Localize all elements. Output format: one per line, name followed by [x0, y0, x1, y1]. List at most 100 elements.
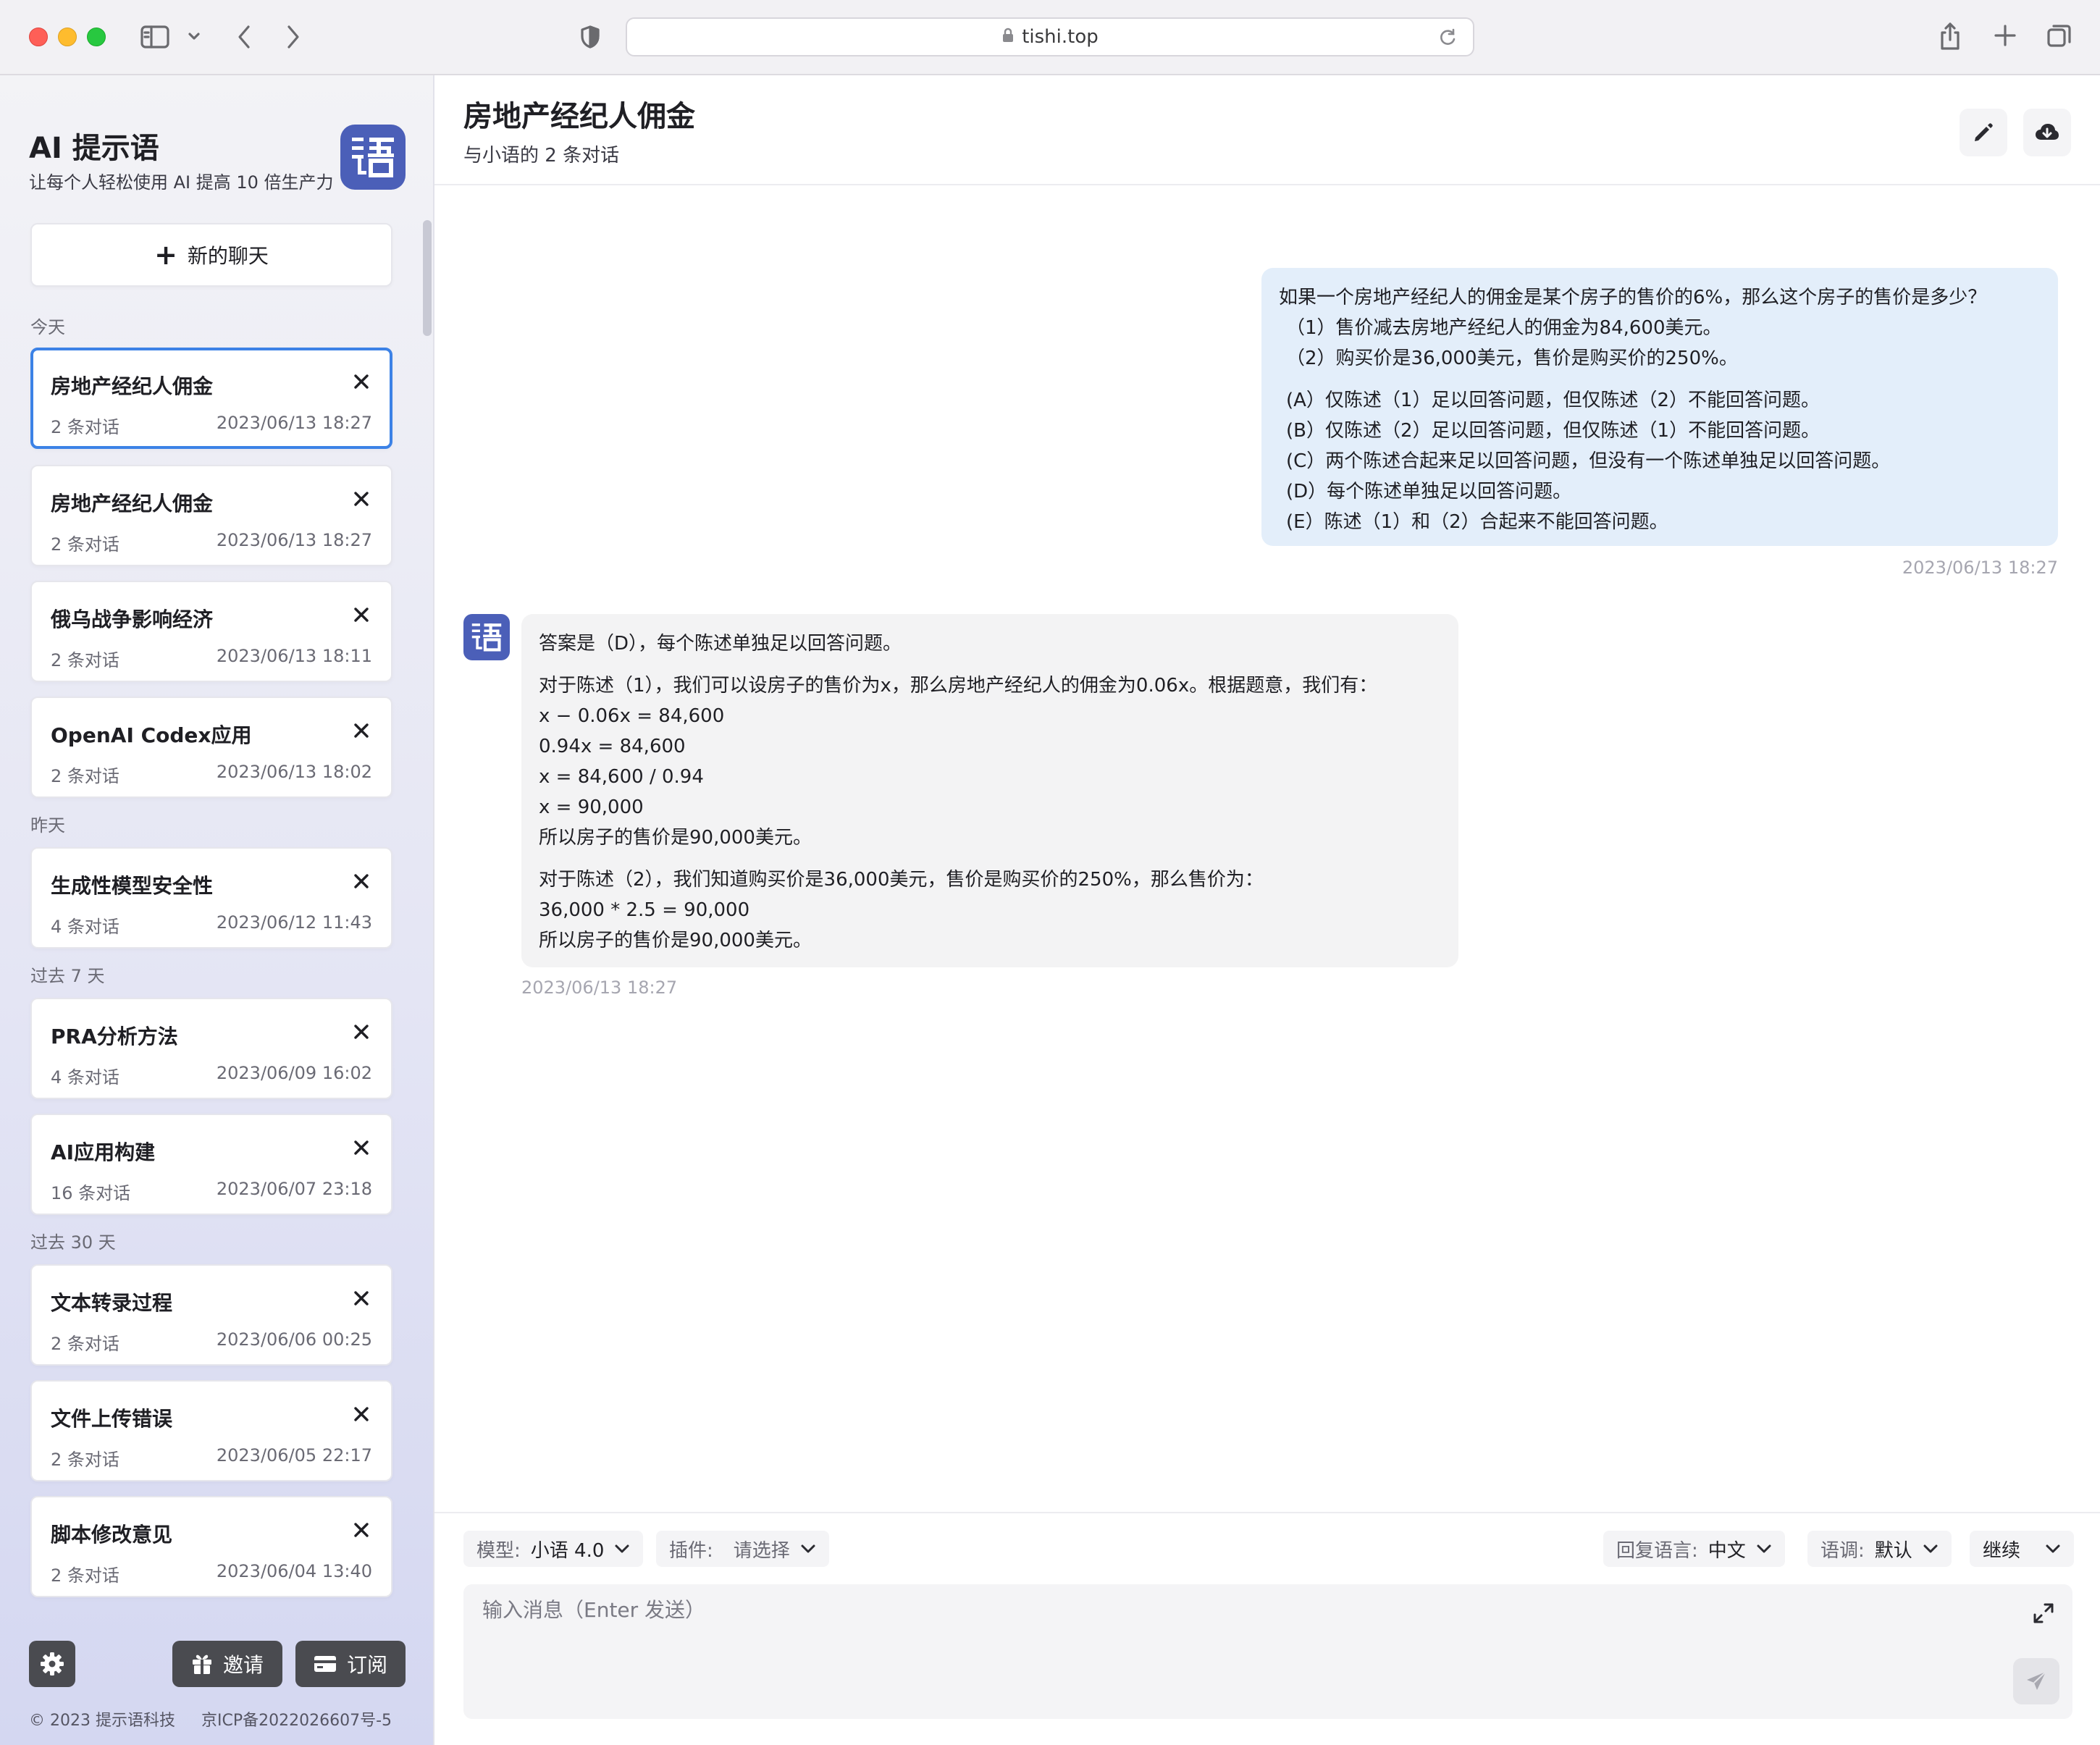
window-minimize-button[interactable] — [58, 28, 77, 46]
chat-item-count: 4 条对话 — [51, 1067, 119, 1088]
close-icon[interactable] — [350, 1403, 372, 1425]
plugin-select[interactable]: 插件: 请选择 — [656, 1531, 829, 1567]
url-text: tishi.top — [1022, 26, 1099, 48]
chat-item-time: 2023/06/13 18:11 — [216, 646, 372, 666]
close-icon[interactable] — [350, 1021, 372, 1043]
page-title: 房地产经纪人佣金 — [463, 100, 695, 133]
close-icon[interactable] — [350, 371, 372, 392]
message-line: x = 90,000 — [539, 796, 644, 818]
message-line: (A）仅陈述（1）足以回答问题，但仅陈述（2）不能回答问题。 — [1286, 390, 1820, 411]
invite-label: 邀请 — [222, 1653, 264, 1677]
message-line: 如果一个房地产经纪人的佣金是某个房子的售价的6%，那么这个房子的售价是多少？ — [1279, 287, 1987, 308]
close-icon[interactable] — [350, 870, 372, 892]
close-icon[interactable] — [350, 604, 372, 626]
sidebar-scrollbar[interactable] — [423, 220, 432, 336]
edit-title-button[interactable] — [1960, 109, 2007, 156]
shield-icon[interactable] — [579, 25, 601, 49]
chevron-down-icon — [1757, 1544, 1771, 1553]
chat-item-count: 4 条对话 — [51, 917, 119, 937]
message-input[interactable] — [463, 1584, 2072, 1719]
chat-item[interactable]: AI应用构建 16 条对话 2023/06/07 23:18 — [30, 1114, 392, 1215]
chevron-down-icon — [615, 1544, 629, 1553]
message-line: （1）售价减去房地产经纪人的佣金为84,600美元。 — [1286, 317, 1722, 339]
address-bar[interactable]: tishi.top — [626, 17, 1474, 56]
brand-subtitle: 让每个人轻松使用 AI 提高 10 倍生产力 — [29, 172, 334, 193]
chevron-down-icon[interactable] — [185, 28, 203, 45]
chat-item[interactable]: OpenAI Codex应用 2 条对话 2023/06/13 18:02 — [30, 697, 392, 798]
close-icon[interactable] — [350, 1137, 372, 1159]
plus-icon[interactable] — [1993, 23, 2017, 48]
footer-icp-link[interactable]: 京ICP备2022026607号-5 — [201, 1707, 392, 1731]
close-icon[interactable] — [350, 720, 372, 741]
window-zoom-button[interactable] — [87, 28, 106, 46]
subscribe-button[interactable]: 订阅 — [295, 1641, 406, 1687]
close-icon[interactable] — [350, 488, 372, 510]
page-subtitle: 与小语的 2 条对话 — [463, 145, 620, 167]
message-line: 36,000 * 2.5 = 90,000 — [539, 899, 750, 921]
chat-item[interactable]: 俄乌战争影响经济 2 条对话 2023/06/13 18:11 — [30, 581, 392, 682]
send-button[interactable] — [2013, 1658, 2059, 1704]
continue-label: 继续 — [1983, 1539, 2021, 1562]
chevron-down-icon — [801, 1544, 815, 1553]
message-line: (E）陈述（1）和（2）合起来不能回答问题。 — [1286, 511, 1668, 533]
invite-button[interactable]: 邀请 — [172, 1641, 282, 1687]
chat-item-count: 2 条对话 — [51, 1334, 119, 1354]
download-button[interactable] — [2023, 109, 2071, 156]
new-chat-label: 新的聊天 — [187, 244, 269, 268]
close-icon[interactable] — [350, 1287, 372, 1309]
message-line: 对于陈述（1），我们可以设房子的售价为x，那么房地产经纪人的佣金为0.06x。根… — [539, 675, 1378, 697]
gear-icon — [41, 1652, 64, 1675]
browser-toolbar: tishi.top — [0, 0, 2100, 75]
credit-card-icon — [314, 1656, 336, 1672]
chat-item-title: 房地产经纪人佣金 — [51, 374, 214, 398]
chat-item-time: 2023/06/05 22:17 — [216, 1445, 372, 1466]
message-line: x − 0.06x = 84,600 — [539, 705, 725, 727]
user-message: 如果一个房地产经纪人的佣金是某个房子的售价的6%，那么这个房子的售价是多少？ （… — [1261, 268, 2058, 546]
chat-item-time: 2023/06/09 16:02 — [216, 1063, 372, 1083]
chat-item-count: 2 条对话 — [51, 1450, 119, 1470]
chat-item[interactable]: PRA分析方法 4 条对话 2023/06/09 16:02 — [30, 998, 392, 1099]
chat-item-count: 2 条对话 — [51, 1565, 119, 1586]
chat-item-title: AI应用构建 — [51, 1140, 156, 1164]
send-icon — [2027, 1671, 2046, 1690]
lock-icon — [1001, 28, 1015, 46]
tabs-icon[interactable] — [2046, 23, 2072, 49]
reply-language-value: 中文 — [1708, 1539, 1746, 1562]
chat-item[interactable]: 脚本修改意见 2 条对话 2023/06/04 13:40 — [30, 1496, 392, 1597]
plugin-select-label: 插件: — [669, 1539, 713, 1562]
share-icon[interactable] — [1938, 20, 1962, 52]
brand-logo-icon — [340, 125, 406, 190]
sidebar-icon[interactable] — [140, 25, 169, 49]
group-label-today: 今天 — [30, 317, 65, 337]
message-line: (B）仅陈述（2）足以回答问题，但仅陈述（1）不能回答问题。 — [1286, 420, 1820, 442]
chat-item[interactable]: 房地产经纪人佣金 2 条对话 2023/06/13 18:27 — [30, 348, 392, 449]
reload-icon[interactable] — [1438, 28, 1457, 50]
tone-select-value: 默认 — [1874, 1539, 1912, 1562]
chat-item[interactable]: 文本转录过程 2 条对话 2023/06/06 00:25 — [30, 1264, 392, 1366]
model-select[interactable]: 模型: 小语 4.0 — [463, 1531, 644, 1567]
message-line: 所以房子的售价是90,000美元。 — [539, 930, 812, 951]
close-icon[interactable] — [350, 1519, 372, 1541]
chevron-down-icon — [1923, 1544, 1938, 1553]
chat-item[interactable]: 房地产经纪人佣金 2 条对话 2023/06/13 18:27 — [30, 465, 392, 566]
chat-item-count: 2 条对话 — [51, 417, 119, 437]
reply-language-select[interactable]: 回复语言: 中文 — [1603, 1531, 1785, 1567]
brand-title: AI 提示语 — [29, 132, 159, 165]
chevron-down-icon — [2046, 1544, 2060, 1553]
continue-select[interactable]: 继续 — [1970, 1531, 2075, 1567]
sidebar: AI 提示语 让每个人轻松使用 AI 提高 10 倍生产力 + 新的聊天 今天 … — [0, 75, 434, 1745]
chat-item[interactable]: 生成性模型安全性 4 条对话 2023/06/12 11:43 — [30, 847, 392, 949]
tone-select[interactable]: 语调: 默认 — [1807, 1531, 1952, 1567]
chat-item[interactable]: 文件上传错误 2 条对话 2023/06/05 22:17 — [30, 1380, 392, 1481]
assistant-avatar-icon — [463, 614, 510, 660]
chat-item-title: 脚本修改意见 — [51, 1523, 173, 1547]
chat-item-title: 房地产经纪人佣金 — [51, 492, 214, 516]
reply-language-label: 回复语言: — [1616, 1539, 1698, 1562]
new-chat-button[interactable]: + 新的聊天 — [30, 223, 392, 287]
back-icon[interactable] — [233, 23, 255, 51]
model-select-value: 小语 4.0 — [530, 1539, 605, 1562]
expand-icon[interactable] — [2029, 1599, 2058, 1628]
settings-button[interactable] — [29, 1641, 75, 1687]
forward-icon[interactable] — [282, 23, 304, 51]
window-close-button[interactable] — [29, 28, 48, 46]
